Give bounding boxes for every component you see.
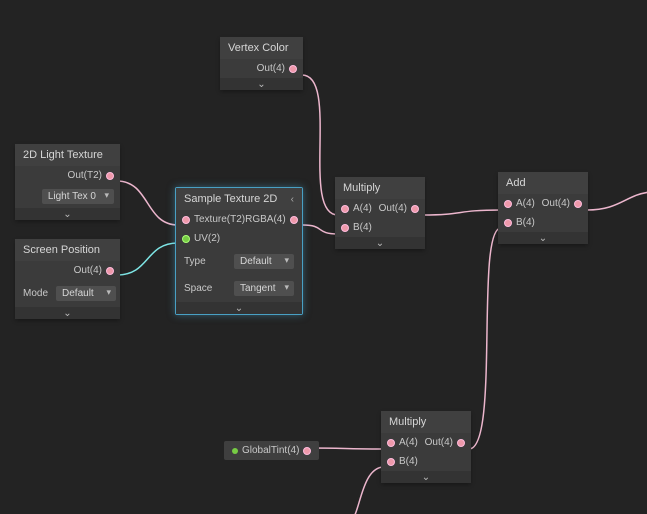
port-uv-in[interactable]: UV(2) [182, 233, 220, 244]
port-dot[interactable] [303, 447, 311, 455]
port-dot[interactable] [289, 65, 297, 73]
port-dot[interactable] [290, 216, 298, 224]
node-header[interactable]: Sample Texture 2D ‹ [176, 188, 302, 210]
chevron-down-icon: ⌄ [539, 233, 547, 244]
node-title: Vertex Color [228, 42, 289, 54]
chevron-down-icon: ⌄ [257, 79, 265, 90]
port-out[interactable]: Out(4) [542, 198, 582, 209]
port-dot[interactable] [106, 172, 114, 180]
node-title: 2D Light Texture [23, 149, 103, 161]
port-rgba-out[interactable]: RGBA(4) [245, 214, 298, 225]
port-b-in[interactable]: B(4) [341, 222, 372, 233]
node-vertex-color[interactable]: Vertex Color Out(4) ⌄ [220, 37, 303, 90]
node-multiply-1[interactable]: Multiply A(4) Out(4) B(4) ⌄ [335, 177, 425, 249]
chevron-down-icon: ⌄ [63, 209, 71, 220]
type-dropdown[interactable]: Default [234, 254, 294, 269]
port-dot[interactable] [387, 458, 395, 466]
port-out[interactable]: Out(T2) [68, 170, 114, 181]
chevron-down-icon: ⌄ [376, 238, 384, 249]
port-dot[interactable] [574, 200, 582, 208]
port-dot[interactable] [182, 216, 190, 224]
collapse-toggle[interactable]: ⌄ [220, 78, 303, 90]
light-tex-dropdown[interactable]: Light Tex 0 [42, 189, 114, 204]
chevron-down-icon: ⌄ [422, 472, 430, 483]
node-header[interactable]: Screen Position [15, 239, 120, 261]
port-out[interactable]: Out(4) [74, 265, 114, 276]
port-dot[interactable] [341, 224, 349, 232]
globaltint-label: GlobalTint(4) [242, 445, 299, 456]
node-sample-texture-2d[interactable]: Sample Texture 2D ‹ Texture(T2) RGBA(4) … [175, 187, 303, 315]
node-title: Multiply [389, 416, 426, 428]
node-title: Multiply [343, 182, 380, 194]
collapse-toggle[interactable]: ⌄ [15, 307, 120, 319]
node-header[interactable]: Vertex Color [220, 37, 303, 59]
node-screen-position[interactable]: Screen Position Out(4) Mode Default ⌄ [15, 239, 120, 319]
node-multiply-2[interactable]: Multiply A(4) Out(4) B(4) ⌄ [381, 411, 471, 483]
port-dot[interactable] [182, 235, 190, 243]
port-a-in[interactable]: A(4) [341, 203, 372, 214]
port-out[interactable]: Out(4) [379, 203, 419, 214]
mode-label: Mode [23, 288, 48, 299]
node-globaltint-inline[interactable]: GlobalTint(4) [224, 441, 319, 460]
indicator-dot [232, 448, 238, 454]
collapse-toggle[interactable]: ⌄ [381, 471, 471, 483]
port-dot[interactable] [504, 219, 512, 227]
port-a-in[interactable]: A(4) [504, 198, 535, 209]
node-2d-light-texture[interactable]: 2D Light Texture Out(T2) Light Tex 0 ⌄ [15, 144, 120, 220]
port-texture-in[interactable]: Texture(T2) [182, 214, 245, 225]
node-add[interactable]: Add A(4) Out(4) B(4) ⌄ [498, 172, 588, 244]
node-title: Screen Position [23, 244, 100, 256]
node-title: Add [506, 177, 526, 189]
port-dot[interactable] [106, 267, 114, 275]
chevron-down-icon: ⌄ [235, 303, 243, 314]
space-dropdown[interactable]: Tangent [234, 281, 294, 296]
port-out[interactable]: Out(4) [425, 437, 465, 448]
port-dot[interactable] [457, 439, 465, 447]
node-header[interactable]: Multiply [381, 411, 471, 433]
collapse-toggle[interactable]: ⌄ [15, 208, 120, 220]
node-header[interactable]: 2D Light Texture [15, 144, 120, 166]
port-dot[interactable] [504, 200, 512, 208]
mode-dropdown[interactable]: Default [56, 286, 116, 301]
port-out[interactable]: Out(4) [257, 63, 297, 74]
port-dot[interactable] [411, 205, 419, 213]
chevron-down-icon: ⌄ [63, 308, 71, 319]
node-title: Sample Texture 2D [184, 193, 277, 205]
node-header[interactable]: Add [498, 172, 588, 194]
port-a-in[interactable]: A(4) [387, 437, 418, 448]
type-label: Type [184, 256, 206, 267]
collapse-toggle[interactable]: ⌄ [176, 302, 302, 314]
collapse-toggle[interactable]: ⌄ [335, 237, 425, 249]
space-label: Space [184, 283, 212, 294]
port-b-in[interactable]: B(4) [387, 456, 418, 467]
port-dot[interactable] [341, 205, 349, 213]
node-header[interactable]: Multiply [335, 177, 425, 199]
chevron-left-icon[interactable]: ‹ [291, 194, 294, 205]
collapse-toggle[interactable]: ⌄ [498, 232, 588, 244]
port-dot[interactable] [387, 439, 395, 447]
port-b-in[interactable]: B(4) [504, 217, 535, 228]
